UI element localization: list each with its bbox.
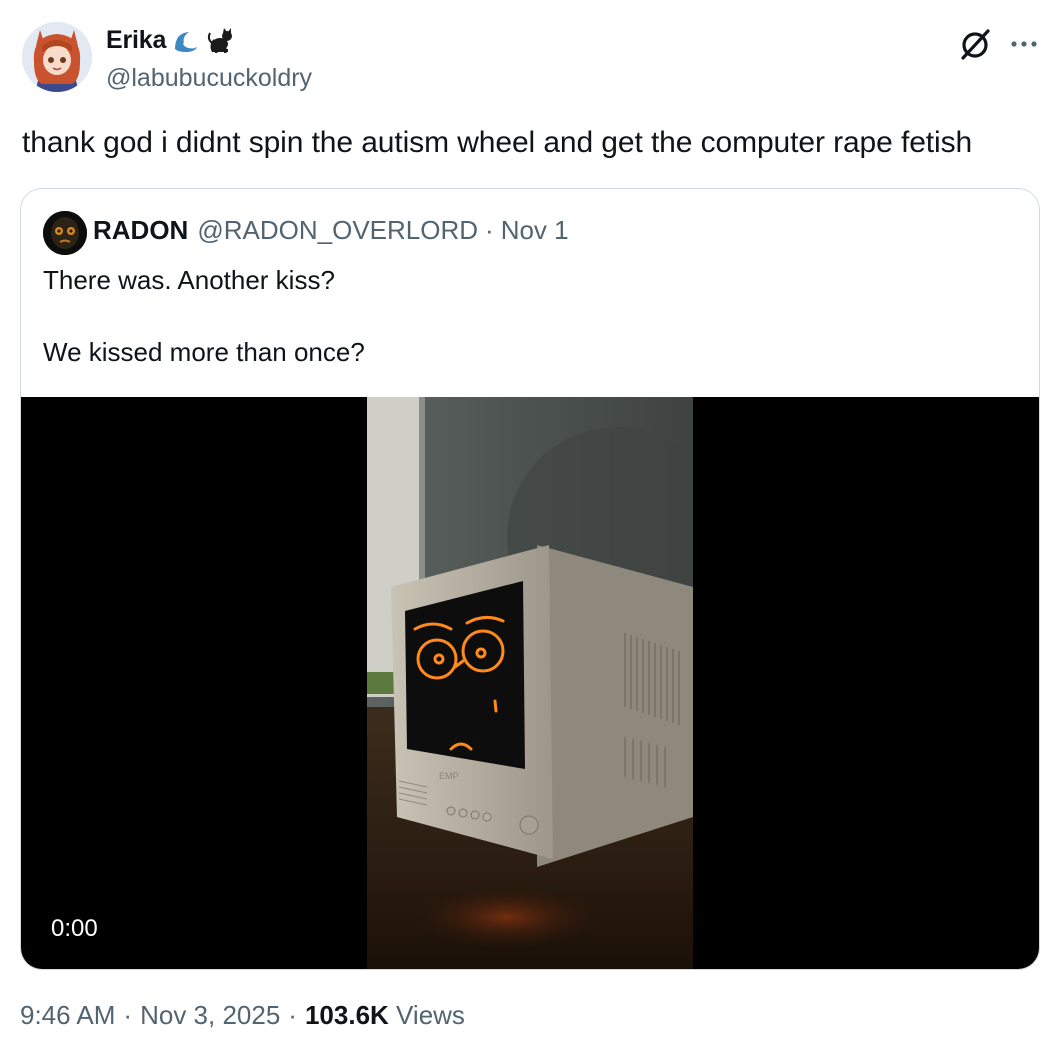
video-timecode: 0:00 bbox=[43, 913, 106, 945]
avatar[interactable] bbox=[22, 22, 92, 92]
quote-header: RADON @RADON_OVERLORD · Nov 1 bbox=[93, 215, 569, 246]
author-handle[interactable]: @labubucuckoldry bbox=[106, 64, 312, 93]
tweet-date[interactable]: Nov 3, 2025 bbox=[140, 1000, 280, 1030]
tweet-text: thank god i didnt spin the autism wheel … bbox=[22, 126, 973, 159]
wave-emoji-icon bbox=[172, 27, 200, 55]
meta-separator: · bbox=[123, 1000, 133, 1030]
grok-icon[interactable] bbox=[958, 26, 994, 62]
display-name[interactable]: Erika bbox=[106, 26, 166, 55]
views-label: Views bbox=[396, 1000, 465, 1030]
video-player[interactable]: EMP 0:00 bbox=[21, 397, 1039, 969]
more-icon[interactable] bbox=[1008, 30, 1040, 58]
tweet-time[interactable]: 9:46 AM bbox=[20, 1000, 115, 1030]
meta-separator: · bbox=[288, 1000, 297, 1030]
video-frame[interactable]: EMP bbox=[367, 397, 693, 969]
quote-separator: · bbox=[485, 215, 494, 245]
tweet: Erika @labubucuckoldry thank god i didnt… bbox=[0, 0, 1060, 1062]
quote-tweet-card[interactable]: RADON @RADON_OVERLORD · Nov 1 There was.… bbox=[20, 188, 1040, 970]
tweet-meta: 9:46 AM · Nov 3, 2025 · 103.6K Views bbox=[20, 1000, 465, 1031]
views-count: 103.6K bbox=[304, 1000, 389, 1030]
quote-avatar[interactable] bbox=[43, 211, 87, 255]
quote-date[interactable]: Nov 1 bbox=[501, 215, 569, 246]
author-name-row[interactable]: Erika bbox=[106, 26, 234, 55]
quote-handle[interactable]: @RADON_OVERLORD bbox=[197, 215, 478, 246]
quote-text-line: There was. Another kiss? bbox=[43, 265, 335, 295]
svg-text:EMP: EMP bbox=[439, 771, 459, 781]
black-cat-emoji-icon bbox=[206, 27, 234, 55]
quote-text-line: We kissed more than once? bbox=[43, 337, 365, 367]
quote-display-name[interactable]: RADON bbox=[93, 215, 188, 246]
